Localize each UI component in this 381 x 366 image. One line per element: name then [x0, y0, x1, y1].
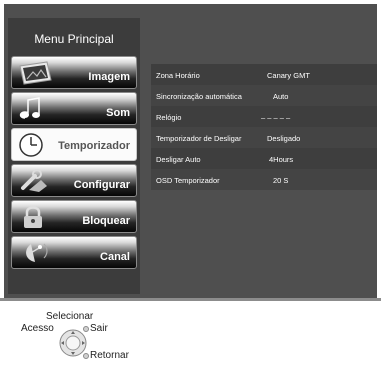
setting-row-zona-horario[interactable]: Zona Horário Canary GMT	[151, 64, 377, 85]
music-note-icon	[19, 97, 40, 119]
main-menu-panel: Menu Principal Imagem Som Temporizador C…	[8, 18, 140, 294]
menu-item-label: Imagem	[88, 71, 130, 83]
return-bullet-icon	[83, 353, 89, 359]
setting-label: Desligar Auto	[156, 155, 201, 164]
clock-icon	[19, 133, 43, 157]
setting-value: Auto	[273, 92, 289, 101]
setting-row-osd-temporizador[interactable]: OSD Temporizador 20 S	[151, 169, 377, 190]
setting-row-relogio[interactable]: Relógio – – – – –	[151, 106, 377, 127]
menu-item-configurar[interactable]: Configurar	[11, 164, 137, 197]
return-hint: Retornar	[90, 350, 129, 361]
menu-item-bloquear[interactable]: Bloquear	[11, 200, 137, 233]
dpad-icon	[59, 329, 87, 357]
setting-value: – – – – –	[261, 113, 291, 122]
satellite-dish-icon	[26, 243, 48, 262]
wrench-icon	[21, 169, 47, 192]
access-hint: Acesso	[21, 323, 54, 334]
setting-label: OSD Temporizador	[156, 176, 220, 185]
menu-item-label: Temporizador	[58, 140, 130, 152]
menu-item-label: Configurar	[73, 179, 130, 191]
menu-item-label: Canal	[100, 251, 130, 263]
tv-screen: Menu Principal Imagem Som Temporizador C…	[4, 4, 377, 298]
exit-hint: Sair	[90, 323, 108, 334]
setting-label: Temporizador de Desligar	[156, 134, 242, 143]
menu-item-canal[interactable]: Canal	[11, 236, 137, 269]
setting-value: 20 S	[273, 176, 289, 185]
setting-label: Sincronização automática	[156, 92, 242, 101]
setting-row-sincronizacao[interactable]: Sincronização automática Auto	[151, 85, 377, 106]
picture-icon	[19, 61, 52, 85]
menu-item-label: Bloquear	[82, 215, 130, 227]
menu-item-som[interactable]: Som	[11, 92, 137, 125]
menu-title: Menu Principal	[34, 32, 114, 46]
setting-value: Canary GMT	[267, 71, 310, 80]
timer-settings-list: Zona Horário Canary GMT Sincronização au…	[151, 64, 377, 190]
setting-row-desligar-auto[interactable]: Desligar Auto 4Hours	[151, 148, 377, 169]
menu-item-temporizador[interactable]: Temporizador	[11, 128, 137, 161]
menu-item-imagem[interactable]: Imagem	[11, 56, 137, 89]
setting-row-temporizador-desligar[interactable]: Temporizador de Desligar Desligado	[151, 127, 377, 148]
padlock-icon	[24, 206, 42, 228]
exit-bullet-icon	[83, 326, 89, 332]
setting-value: Desligado	[267, 134, 301, 143]
help-footer: Selecionar Acesso Sair Retornar	[0, 301, 381, 366]
setting-label: Relógio	[156, 113, 182, 122]
setting-value: 4Hours	[269, 155, 294, 164]
setting-label: Zona Horário	[156, 71, 200, 80]
menu-item-label: Som	[106, 107, 130, 119]
select-hint: Selecionar	[46, 311, 94, 322]
